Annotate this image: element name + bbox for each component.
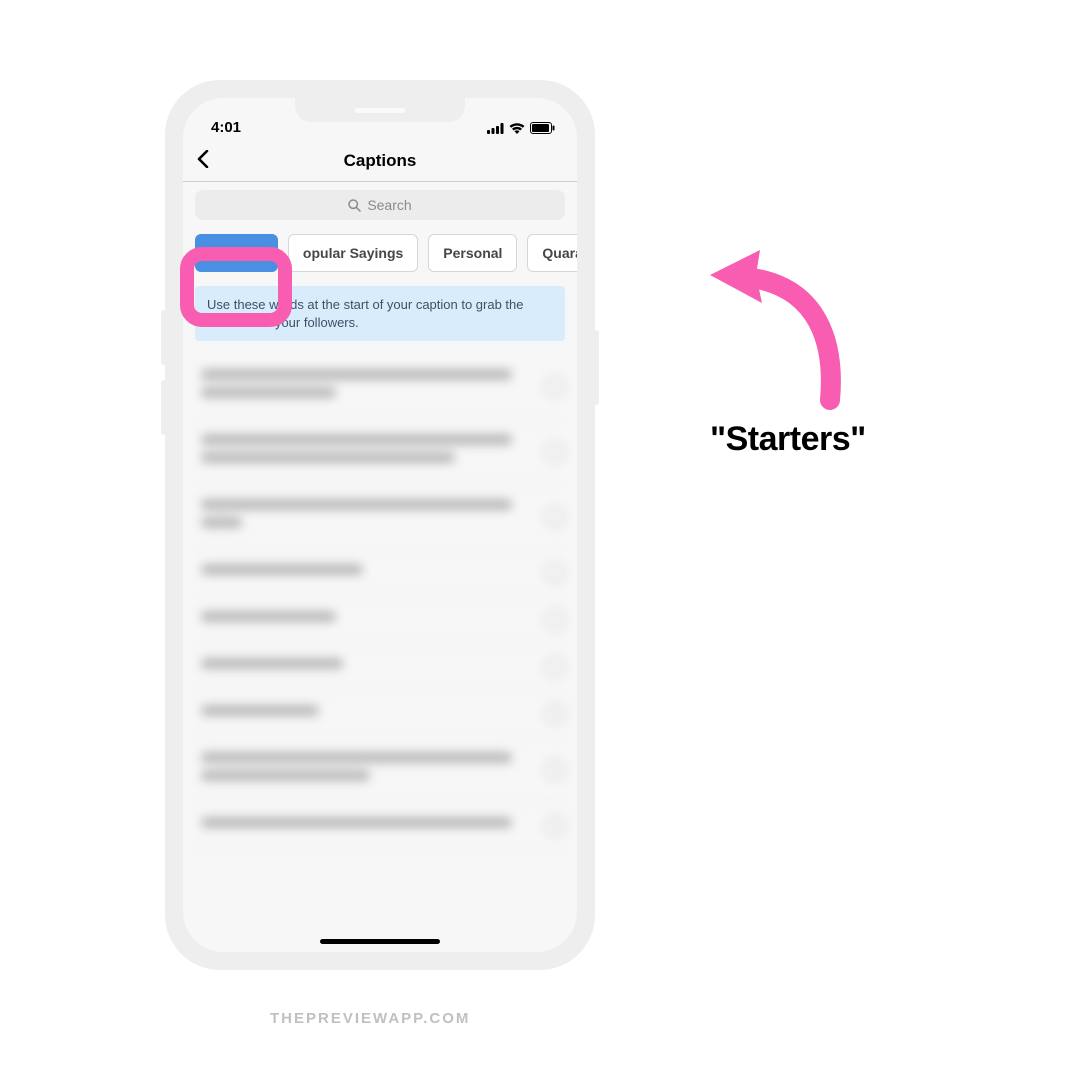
info-banner: Use these words at the start of your cap… bbox=[195, 286, 565, 341]
list-item[interactable] bbox=[195, 644, 565, 691]
chevron-left-icon bbox=[197, 150, 209, 168]
search-container: Search bbox=[183, 182, 577, 228]
list-item[interactable] bbox=[195, 738, 565, 803]
cellular-icon bbox=[487, 123, 504, 134]
list-item[interactable] bbox=[195, 597, 565, 644]
battery-icon bbox=[530, 122, 555, 134]
search-icon bbox=[348, 199, 361, 212]
volume-up-button bbox=[161, 310, 167, 365]
list-item[interactable] bbox=[195, 485, 565, 550]
list-item[interactable] bbox=[195, 691, 565, 738]
list-item[interactable] bbox=[195, 550, 565, 597]
chip-starters[interactable]: Starters bbox=[195, 234, 278, 272]
check-icon bbox=[545, 704, 565, 724]
back-button[interactable] bbox=[197, 148, 209, 174]
chip-quarantine[interactable]: Quarantin bbox=[527, 234, 577, 272]
check-icon bbox=[545, 442, 565, 462]
category-chips[interactable]: Starters opular Sayings Personal Quarant… bbox=[183, 228, 577, 286]
search-placeholder: Search bbox=[367, 197, 411, 213]
chip-popular-sayings[interactable]: opular Sayings bbox=[288, 234, 418, 272]
callout-arrow-icon bbox=[700, 245, 850, 420]
check-icon bbox=[545, 563, 565, 583]
list-item[interactable] bbox=[195, 420, 565, 485]
callout-label: "Starters" bbox=[710, 420, 866, 459]
check-icon bbox=[545, 816, 565, 836]
caption-list bbox=[183, 351, 577, 854]
check-icon bbox=[545, 657, 565, 677]
check-icon bbox=[545, 507, 565, 527]
phone-notch bbox=[295, 98, 465, 122]
volume-down-button bbox=[161, 380, 167, 435]
list-item[interactable] bbox=[195, 355, 565, 420]
search-input[interactable]: Search bbox=[195, 190, 565, 220]
wifi-icon bbox=[509, 123, 525, 134]
check-icon bbox=[545, 610, 565, 630]
chip-personal[interactable]: Personal bbox=[428, 234, 517, 272]
page-title: Captions bbox=[344, 151, 417, 171]
check-icon bbox=[545, 760, 565, 780]
watermark: THEPREVIEWAPP.COM bbox=[270, 1010, 470, 1027]
power-button bbox=[593, 330, 599, 405]
phone-screen: 4:01 Captions Search Starters opular Sa bbox=[183, 98, 577, 952]
list-item[interactable] bbox=[195, 803, 565, 850]
nav-header: Captions bbox=[183, 140, 577, 182]
home-indicator bbox=[320, 939, 440, 944]
status-icons bbox=[487, 122, 555, 136]
phone-frame: 4:01 Captions Search Starters opular Sa bbox=[165, 80, 595, 970]
status-time: 4:01 bbox=[211, 119, 241, 136]
check-icon bbox=[545, 377, 565, 397]
